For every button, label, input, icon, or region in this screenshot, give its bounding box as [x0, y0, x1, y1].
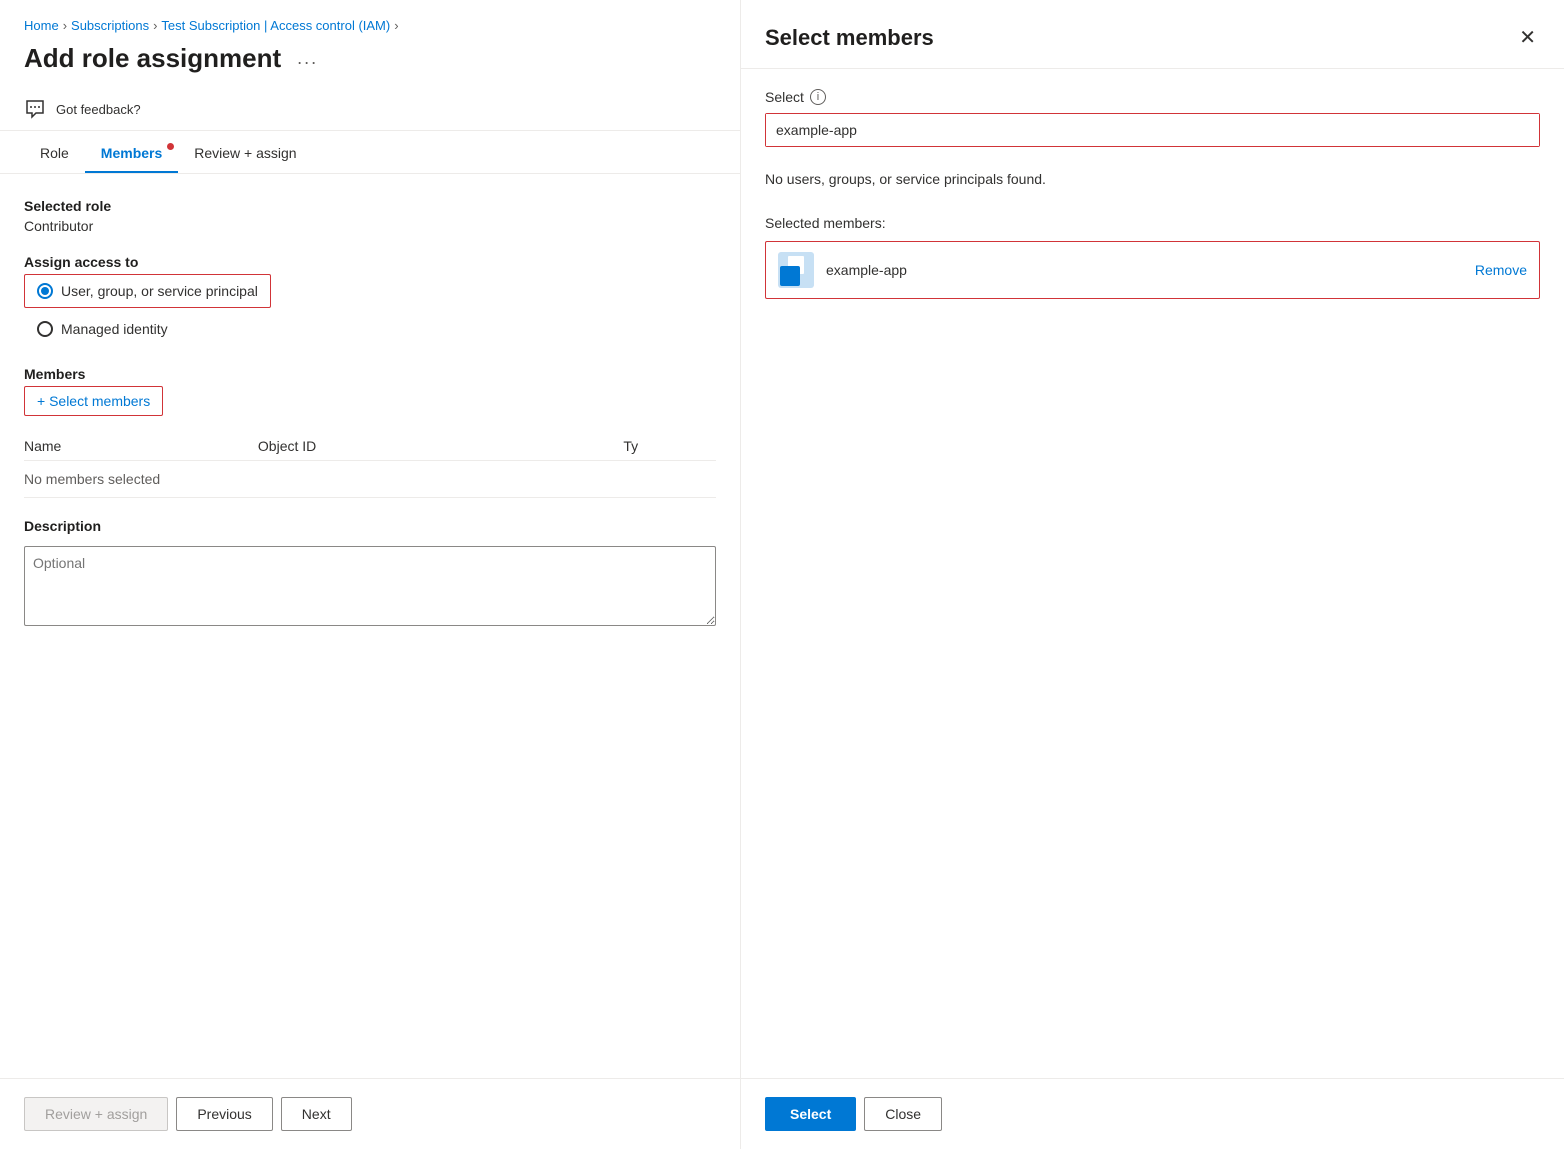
select-members-drawer: Select members ✕ Select i example-app No…: [740, 0, 1564, 1149]
next-button[interactable]: Next: [281, 1097, 352, 1131]
col-type: Ty: [623, 432, 716, 461]
tab-members[interactable]: Members: [85, 131, 178, 173]
select-members-button[interactable]: + Select members: [24, 386, 163, 416]
feedback-bar: Got feedback?: [0, 88, 740, 131]
drawer-header: Select members ✕: [741, 0, 1564, 69]
radio-user-group[interactable]: User, group, or service principal: [24, 274, 271, 308]
tab-review[interactable]: Review + assign: [178, 131, 312, 173]
selected-member-card: example-app Remove: [765, 241, 1540, 299]
radio-user-group-label: User, group, or service principal: [61, 283, 258, 299]
tabs-row: Role Members Review + assign: [0, 131, 740, 174]
description-section: Description: [24, 518, 716, 629]
col-object-id: Object ID: [258, 432, 623, 461]
member-icon: [778, 252, 814, 288]
col-name: Name: [24, 432, 258, 461]
info-icon[interactable]: i: [810, 89, 826, 105]
members-section: Members + Select members Name Object ID …: [24, 366, 716, 498]
drawer-body: Select i example-app No users, groups, o…: [741, 69, 1564, 1078]
review-assign-button[interactable]: Review + assign: [24, 1097, 168, 1131]
members-label: Members: [24, 366, 716, 382]
breadcrumb-home[interactable]: Home: [24, 18, 59, 33]
tab-role[interactable]: Role: [24, 131, 85, 173]
member-icon-inner: [780, 266, 800, 286]
left-panel: Home › Subscriptions › Test Subscription…: [0, 0, 740, 1149]
description-label: Description: [24, 518, 716, 534]
members-dot: [167, 143, 174, 150]
feedback-icon: [24, 98, 46, 120]
radio-user-group-input[interactable]: [37, 283, 53, 299]
radio-managed-identity-input[interactable]: [37, 321, 53, 337]
form-area: Selected role Contributor Assign access …: [0, 174, 740, 1078]
page-title-row: Add role assignment ...: [0, 39, 740, 88]
feedback-label: Got feedback?: [56, 102, 141, 117]
drawer-select-button[interactable]: Select: [765, 1097, 856, 1131]
table-row: No members selected: [24, 461, 716, 498]
bottom-bar: Review + assign Previous Next: [0, 1078, 740, 1149]
remove-member-link[interactable]: Remove: [1475, 262, 1527, 278]
search-input[interactable]: [886, 114, 1539, 146]
breadcrumb-subscriptions[interactable]: Subscriptions: [71, 18, 149, 33]
previous-button[interactable]: Previous: [176, 1097, 272, 1131]
radio-group: User, group, or service principal Manage…: [24, 274, 716, 346]
no-members-cell: No members selected: [24, 461, 716, 498]
select-label: Select: [765, 89, 804, 105]
search-input-wrapper: example-app: [765, 113, 1540, 147]
breadcrumb-iam[interactable]: Test Subscription | Access control (IAM): [161, 18, 390, 33]
radio-managed-identity-label: Managed identity: [61, 321, 168, 337]
drawer-title: Select members: [765, 25, 934, 51]
no-results-message: No users, groups, or service principals …: [765, 163, 1540, 195]
members-table: Name Object ID Ty No members selected: [24, 432, 716, 498]
assign-access-label: Assign access to: [24, 254, 716, 270]
radio-managed-identity[interactable]: Managed identity: [24, 312, 181, 346]
page-title: Add role assignment: [24, 43, 281, 74]
selected-role-label: Selected role: [24, 198, 716, 214]
drawer-footer: Select Close: [741, 1078, 1564, 1149]
search-value: example-app: [766, 114, 886, 146]
selected-role-value: Contributor: [24, 218, 716, 234]
drawer-close-button[interactable]: Close: [864, 1097, 942, 1131]
selected-members-label: Selected members:: [765, 215, 1540, 231]
close-drawer-button[interactable]: ✕: [1515, 24, 1540, 52]
description-textarea[interactable]: [24, 546, 716, 626]
breadcrumb: Home › Subscriptions › Test Subscription…: [0, 0, 740, 39]
select-label-row: Select i: [765, 89, 1540, 105]
member-name: example-app: [826, 262, 1463, 278]
ellipsis-button[interactable]: ...: [291, 46, 324, 71]
